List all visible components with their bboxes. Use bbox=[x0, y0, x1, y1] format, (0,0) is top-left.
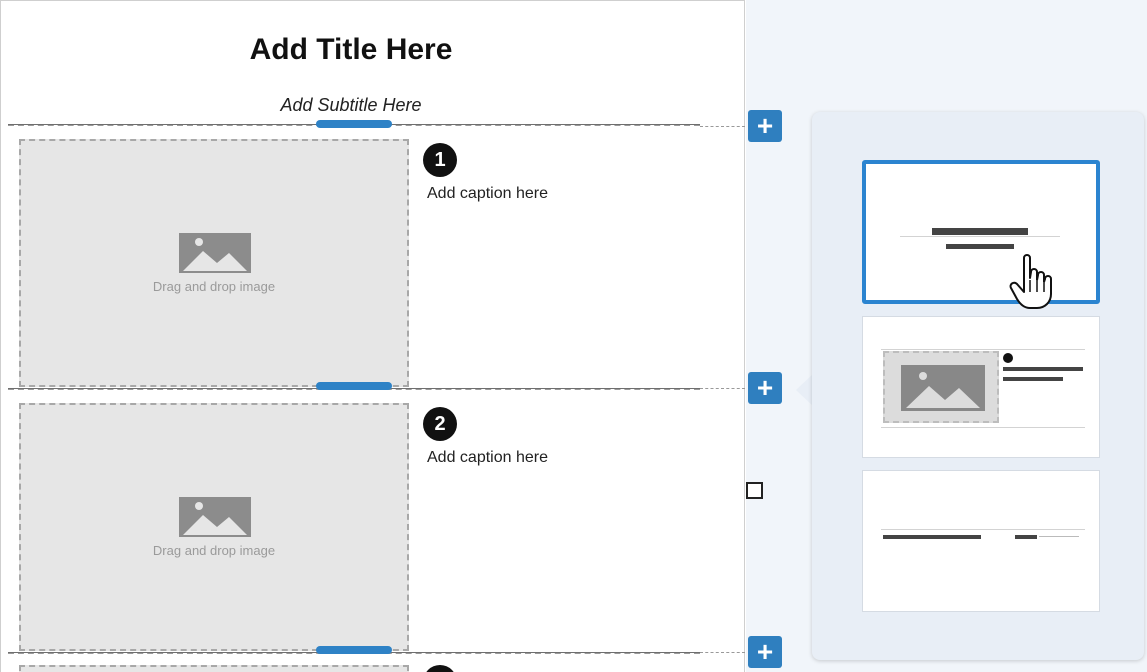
page-subtitle[interactable]: Add Subtitle Here bbox=[1, 95, 701, 116]
drop-hint: Drag and drop image bbox=[152, 543, 276, 558]
resize-handle[interactable] bbox=[316, 120, 392, 128]
popup-pointer bbox=[796, 374, 813, 406]
hand-pointer-icon bbox=[1009, 254, 1052, 309]
layout-preview-line bbox=[881, 427, 1085, 428]
drop-hint: Drag and drop image bbox=[152, 279, 276, 294]
step-caption[interactable]: Add caption here bbox=[427, 449, 548, 467]
layout-option-text-row[interactable] bbox=[862, 470, 1100, 612]
layout-preview-text-bar bbox=[1015, 535, 1037, 539]
page-title[interactable]: Add Title Here bbox=[1, 33, 701, 67]
layout-preview-number bbox=[1003, 353, 1013, 363]
step-number bbox=[423, 665, 457, 672]
selection-handle[interactable] bbox=[746, 482, 763, 499]
layout-option-image-caption[interactable] bbox=[862, 316, 1100, 458]
layout-preview-subtitle-bar bbox=[946, 244, 1014, 249]
layout-option-title[interactable] bbox=[862, 160, 1100, 304]
layout-preview-line bbox=[1039, 536, 1079, 537]
add-section-button[interactable]: + bbox=[748, 372, 782, 404]
layout-preview-caption-bar bbox=[1003, 367, 1083, 371]
image-drop-zone[interactable]: Drag and drop image bbox=[19, 403, 409, 651]
layout-preview-line bbox=[881, 349, 1085, 350]
image-drop-zone[interactable]: Drag and drop image bbox=[19, 139, 409, 387]
layout-preview-line bbox=[881, 529, 1085, 530]
image-placeholder-icon bbox=[179, 497, 251, 537]
layout-preview-caption-bar bbox=[1003, 377, 1063, 381]
image-drop-zone[interactable] bbox=[19, 665, 409, 672]
image-placeholder-icon bbox=[179, 233, 251, 273]
divider-extension bbox=[700, 652, 745, 653]
resize-handle[interactable] bbox=[316, 646, 392, 654]
plus-icon: + bbox=[756, 372, 774, 403]
divider-extension bbox=[700, 388, 745, 389]
layout-preview-line bbox=[900, 236, 1060, 237]
step-number: 2 bbox=[423, 407, 457, 441]
step-number: 1 bbox=[423, 143, 457, 177]
add-section-button[interactable]: + bbox=[748, 636, 782, 668]
divider-extension bbox=[700, 126, 745, 127]
plus-icon: + bbox=[756, 636, 774, 667]
layout-preview-text-bar bbox=[883, 535, 981, 539]
step-caption[interactable]: Add caption here bbox=[427, 185, 548, 203]
document-page: Add Title Here Add Subtitle Here Drag an… bbox=[0, 0, 745, 672]
add-section-button[interactable]: + bbox=[748, 110, 782, 142]
image-placeholder-icon bbox=[901, 365, 985, 411]
layout-preview-image bbox=[883, 351, 999, 423]
plus-icon: + bbox=[756, 110, 774, 141]
layout-preview-title-bar bbox=[932, 228, 1028, 235]
resize-handle[interactable] bbox=[316, 382, 392, 390]
